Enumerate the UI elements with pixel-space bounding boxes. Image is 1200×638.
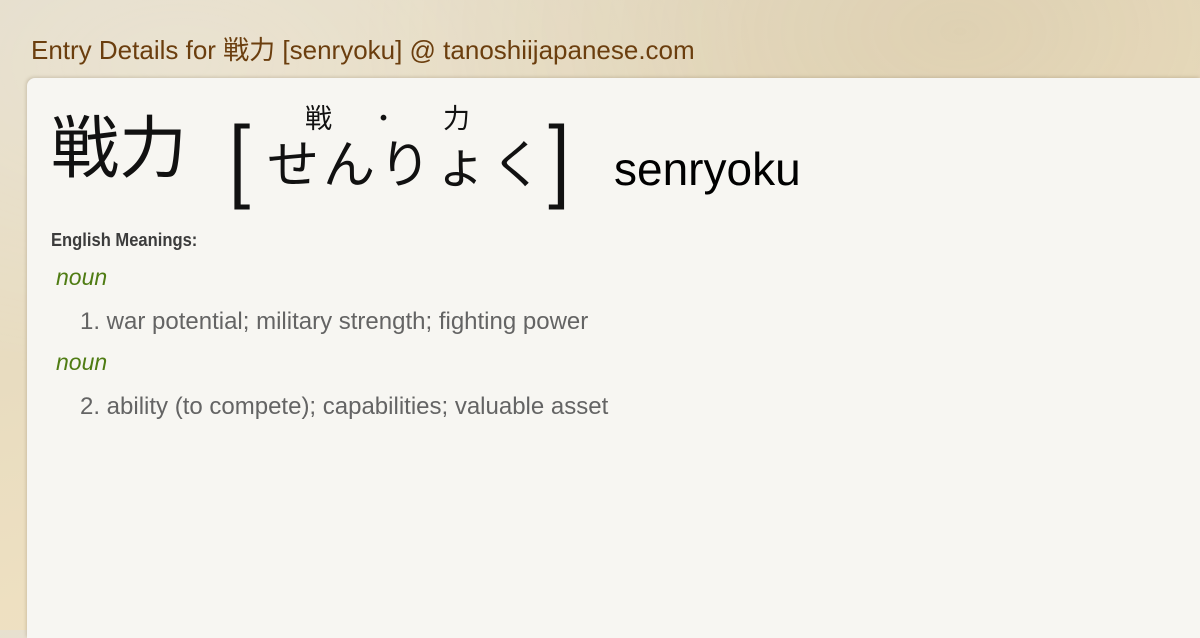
part-of-speech: noun xyxy=(56,264,108,290)
headword: 戦力 xyxy=(51,110,188,189)
reading-bracket-close: ] xyxy=(543,108,570,220)
romaji-reading: senryoku xyxy=(614,143,801,195)
page-title: Entry Details for 戦力 [senryoku] @ tanosh… xyxy=(31,35,695,65)
sense-definition: 2. ability (to compete); capabilities; v… xyxy=(80,393,609,420)
furigana-separator: ・ xyxy=(370,104,397,135)
reading-kana: せんりょく xyxy=(267,136,548,196)
entry-card: 戦力 [ 戦 ・ 力 せんりょく ] senryoku English Mean… xyxy=(27,78,1200,638)
english-meanings-label: English Meanings: xyxy=(51,230,198,250)
part-of-speech: noun xyxy=(56,349,108,375)
reading-bracket-open: [ xyxy=(228,108,255,220)
furigana-kanji-2: 力 xyxy=(443,104,470,135)
furigana-kanji-1: 戦 xyxy=(305,104,332,135)
sense-definition: 1. war potential; military strength; fig… xyxy=(80,308,589,335)
